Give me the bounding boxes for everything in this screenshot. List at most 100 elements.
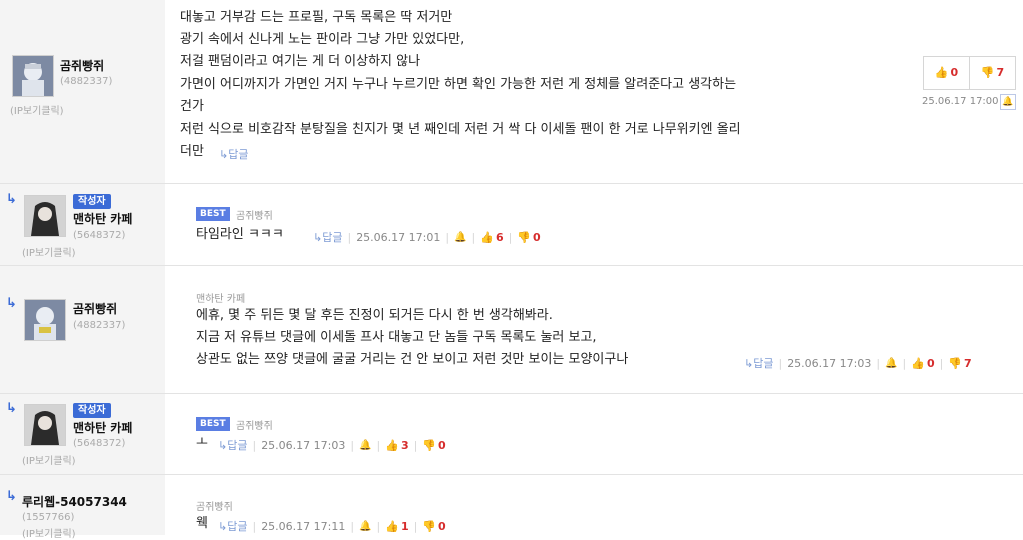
avatar[interactable] bbox=[24, 195, 66, 237]
meta-divider: | bbox=[471, 230, 476, 244]
reply-target: 곰쥐빵쥐 bbox=[236, 421, 273, 432]
report-bell-icon[interactable]: 🔔 bbox=[359, 440, 371, 451]
comment-line: 가면이 어디까지가 가면인 거지 누구나 누르기만 하면 확인 가능한 저런 게… bbox=[180, 77, 737, 92]
best-badge: BEST bbox=[196, 417, 230, 431]
upvote-count: 0 bbox=[926, 356, 935, 370]
comment-line: 에휴, 몇 주 뒤든 몇 달 후든 진정이 되거든 다시 한 번 생각해봐라. bbox=[196, 308, 553, 323]
upvote-button[interactable]: 👍 0 bbox=[924, 57, 969, 89]
upvote-count: 0 bbox=[950, 66, 959, 79]
meta-divider: | bbox=[350, 438, 355, 452]
thumb-down-icon[interactable]: 👎 bbox=[948, 357, 962, 370]
comment-line: 더만 bbox=[180, 144, 204, 159]
upvote-count: 6 bbox=[495, 230, 504, 244]
thumb-up-icon[interactable]: 👍 bbox=[385, 439, 399, 452]
report-bell-icon[interactable]: 🔔 bbox=[359, 521, 371, 532]
thumb-up-icon[interactable]: 👍 bbox=[911, 357, 925, 370]
thumb-down-icon[interactable]: 👎 bbox=[422, 520, 436, 533]
comment-meta: ↳답글 | 25.06.17 17:01 | 🔔 | 👍 6 | 👎 0 bbox=[313, 229, 541, 245]
author-id: (5648372) bbox=[73, 230, 126, 241]
report-bell-icon[interactable]: 🔔 bbox=[1000, 94, 1016, 110]
meta-divider: | bbox=[413, 438, 418, 452]
thumb-up-icon[interactable]: 👍 bbox=[385, 520, 399, 533]
ip-view-link[interactable]: (IP보기클릭) bbox=[10, 102, 64, 117]
comment-date: 25.06.17 17:00 bbox=[922, 96, 999, 107]
comment-text: 타임라인 ㅋㅋㅋ bbox=[196, 227, 284, 242]
reply-target: 곰쥐빵쥐 bbox=[236, 211, 273, 222]
best-badge: BEST bbox=[196, 207, 230, 221]
ip-view-link[interactable]: (IP보기클릭) bbox=[22, 525, 76, 540]
ip-view-link[interactable]: (IP보기클릭) bbox=[22, 452, 76, 467]
thumb-down-icon[interactable]: 👎 bbox=[422, 439, 436, 452]
author-nickname[interactable]: 맨하탄 카페 bbox=[73, 210, 132, 227]
comment-row: ↳ 루리웹-54057344 (1557766) (IP보기클릭) 곰쥐빵쥐 웩… bbox=[0, 475, 1023, 540]
author-nickname[interactable]: 맨하탄 카페 bbox=[73, 419, 132, 436]
thumb-down-icon[interactable]: 👎 bbox=[517, 231, 531, 244]
meta-divider: | bbox=[778, 356, 783, 370]
reply-target: 곰쥐빵쥐 bbox=[196, 502, 233, 513]
thumb-up-icon: 👍 bbox=[934, 66, 949, 79]
meta-divider: | bbox=[445, 230, 450, 244]
downvote-count: 0 bbox=[533, 230, 541, 244]
author-id: (1557766) bbox=[22, 512, 75, 523]
reply-link[interactable]: ↳답글 bbox=[218, 518, 247, 534]
meta-divider: | bbox=[376, 519, 381, 533]
reply-link[interactable]: ↳답글 bbox=[313, 229, 342, 245]
comment-line: 저걸 팬덤이라고 여기는 게 더 이상하지 않나 bbox=[180, 54, 421, 69]
author-id: (4882337) bbox=[60, 76, 113, 87]
upvote-count: 1 bbox=[400, 519, 409, 533]
writer-badge: 작성자 bbox=[73, 194, 111, 209]
report-bell-icon[interactable]: 🔔 bbox=[885, 358, 897, 369]
comment-line: 지금 저 유튜브 댓글에 이세돌 프사 대놓고 단 놈들 구독 목록도 눌러 보… bbox=[196, 330, 597, 345]
meta-divider: | bbox=[939, 356, 944, 370]
comment-meta: ↳답글 | 25.06.17 17:11 | 🔔 | 👍 1 | 👎 0 bbox=[218, 518, 446, 534]
comment-line: 대놓고 거부감 드는 프로필, 구독 목록은 딱 저거만 bbox=[180, 10, 453, 25]
reply-link[interactable]: ↳답글 bbox=[219, 146, 248, 162]
reply-link[interactable]: ↳답글 bbox=[744, 355, 773, 371]
author-nickname[interactable]: 곰쥐빵쥐 bbox=[60, 57, 104, 74]
vote-box: 👍 0 👎 7 bbox=[923, 56, 1016, 90]
comment-text: ㅗ bbox=[196, 435, 208, 450]
reply-arrow-icon: ↳ bbox=[6, 296, 17, 311]
reply-arrow-icon: ↳ bbox=[6, 192, 17, 207]
avatar[interactable] bbox=[24, 299, 66, 341]
comment-line: 저런 식으로 비호감작 분탕질을 친지가 몇 년 째인데 저런 거 싹 다 이세… bbox=[180, 122, 741, 137]
comment-meta: ↳답글 bbox=[219, 146, 248, 162]
thumb-up-icon[interactable]: 👍 bbox=[480, 231, 494, 244]
comment-meta: ↳답글 | 25.06.17 17:03 | 🔔 | 👍 0 | 👎 7 bbox=[744, 355, 972, 371]
meta-divider: | bbox=[413, 519, 418, 533]
reply-arrow-icon: ↳ bbox=[6, 489, 17, 504]
reply-arrow-icon: ↳ bbox=[6, 401, 17, 416]
meta-divider: | bbox=[902, 356, 907, 370]
reply-link[interactable]: ↳답글 bbox=[218, 437, 247, 453]
writer-badge: 작성자 bbox=[73, 403, 111, 418]
avatar[interactable] bbox=[24, 404, 66, 446]
thumb-down-icon: 👎 bbox=[980, 66, 995, 79]
comment-line: 건가 bbox=[180, 99, 204, 114]
downvote-count: 0 bbox=[438, 519, 446, 533]
author-id: (5648372) bbox=[73, 438, 126, 449]
comment-row: ↳ 곰쥐빵쥐 (4882337) 맨하탄 카페 에휴, 몇 주 뒤든 몇 달 후… bbox=[0, 266, 1023, 394]
downvote-count: 7 bbox=[996, 66, 1005, 79]
downvote-count: 7 bbox=[964, 356, 972, 370]
author-id: (4882337) bbox=[73, 320, 126, 331]
author-nickname[interactable]: 루리웹-54057344 bbox=[22, 493, 127, 510]
meta-divider: | bbox=[347, 230, 352, 244]
meta-divider: | bbox=[350, 519, 355, 533]
comment-row: 곰쥐빵쥐 (4882337) (IP보기클릭) 대놓고 거부감 드는 프로필, … bbox=[0, 0, 1023, 184]
comment-line: 광기 속에서 신나게 노는 판이라 그냥 가만 있었다만, bbox=[180, 32, 465, 47]
comment-meta: ↳답글 | 25.06.17 17:03 | 🔔 | 👍 3 | 👎 0 bbox=[218, 437, 446, 453]
report-bell-icon[interactable]: 🔔 bbox=[454, 232, 466, 243]
comment-date: 25.06.17 17:03 bbox=[787, 356, 872, 370]
ip-view-link[interactable]: (IP보기클릭) bbox=[22, 244, 76, 259]
avatar[interactable] bbox=[12, 55, 54, 97]
meta-divider: | bbox=[376, 438, 381, 452]
comment-date: 25.06.17 17:01 bbox=[356, 230, 441, 244]
downvote-count: 0 bbox=[438, 438, 446, 452]
author-nickname[interactable]: 곰쥐빵쥐 bbox=[73, 300, 117, 317]
comment-line: 상관도 없는 쯔양 댓글에 굴굴 거리는 건 안 보이고 저런 것만 보이는 모… bbox=[196, 352, 629, 367]
comment-date: 25.06.17 17:11 bbox=[261, 519, 346, 533]
comment-date: 25.06.17 17:03 bbox=[261, 438, 346, 452]
downvote-button[interactable]: 👎 7 bbox=[970, 57, 1015, 89]
comment-row: ↳ 작성자 맨하탄 카페 (5648372) (IP보기클릭) BEST 곰쥐빵… bbox=[0, 184, 1023, 266]
comment-text: 웩 bbox=[196, 516, 208, 531]
